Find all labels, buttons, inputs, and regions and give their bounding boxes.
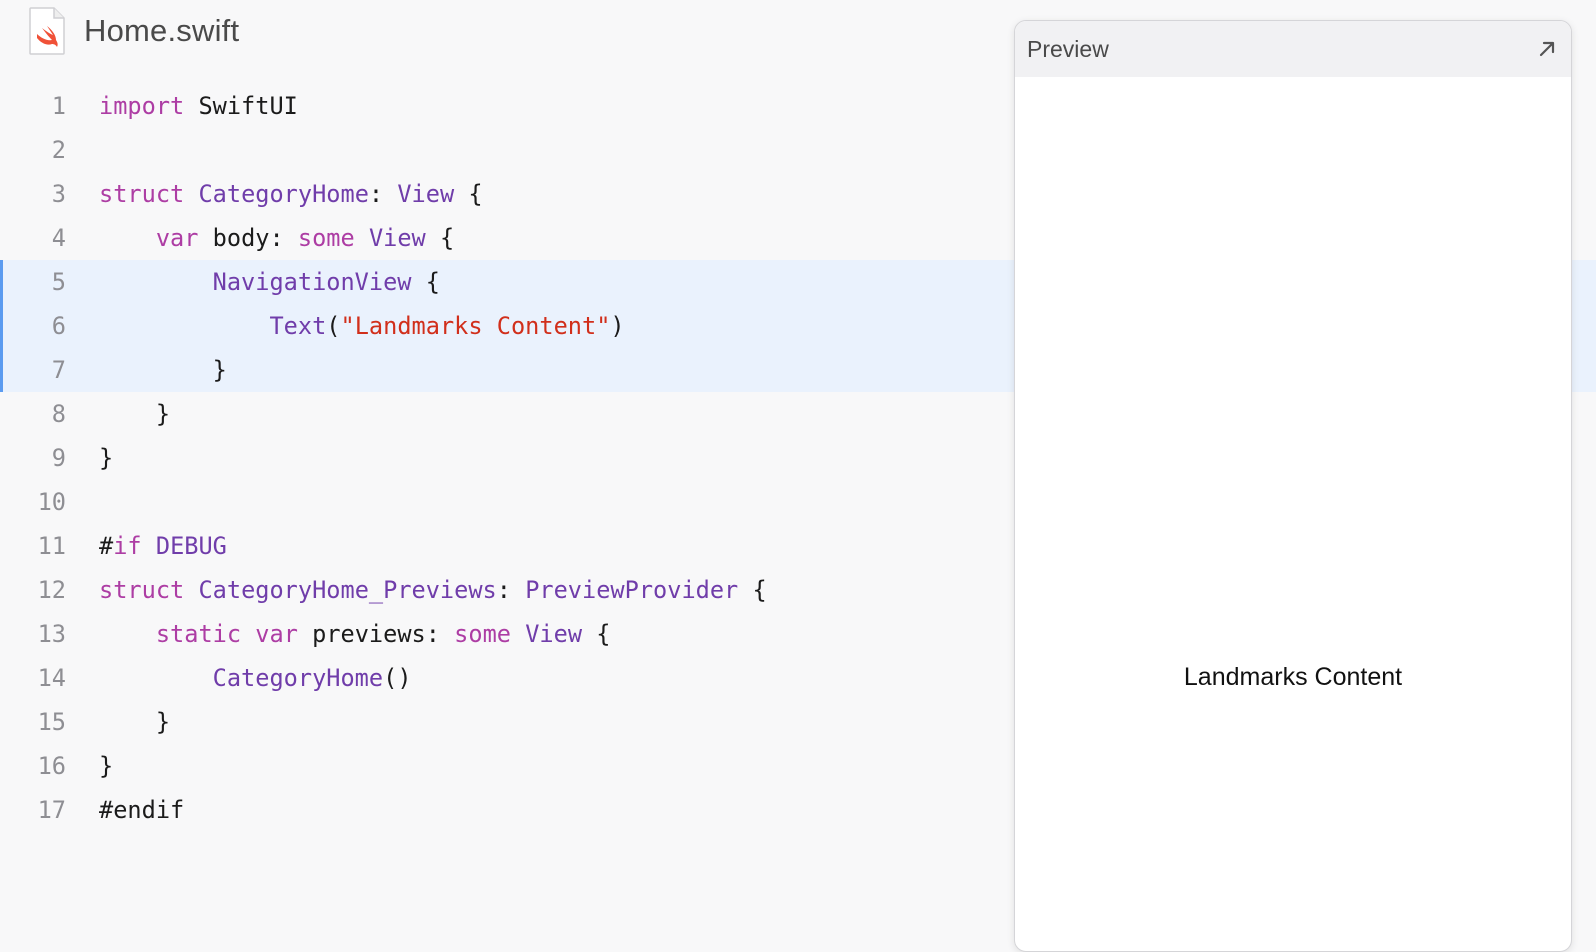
code-text: }	[99, 700, 170, 744]
code-token: PreviewProvider	[525, 576, 739, 604]
line-number: 4	[51, 224, 66, 252]
line-number: 13	[37, 620, 66, 648]
line-number: 5	[51, 268, 66, 296]
preview-panel: Preview Landmarks Content	[1014, 20, 1572, 952]
code-text: #if DEBUG	[99, 524, 227, 568]
line-number: 17	[37, 796, 66, 824]
code-text: import SwiftUI	[99, 84, 298, 128]
code-token: }	[99, 400, 171, 428]
expand-arrow-icon[interactable]	[1537, 39, 1557, 59]
code-token: struct	[99, 180, 185, 208]
code-text: struct CategoryHome_Previews: PreviewPro…	[99, 568, 767, 612]
code-text: }	[99, 436, 113, 480]
code-token: some	[454, 620, 511, 648]
swift-file-icon	[28, 7, 66, 55]
file-header: Home.swift	[28, 4, 239, 58]
code-token: import	[99, 92, 185, 120]
line-number: 9	[51, 444, 66, 472]
code-token: }	[99, 444, 114, 472]
code-token: ()	[383, 664, 412, 692]
code-token: DEBUG	[155, 532, 227, 560]
code-token: struct	[99, 576, 185, 604]
code-token: Text	[269, 312, 327, 340]
line-number: 16	[37, 752, 66, 780]
preview-title: Preview	[1027, 35, 1109, 62]
line-number: 7	[51, 356, 66, 384]
code-text: Text("Landmarks Content")	[99, 304, 625, 348]
code-token: {	[454, 180, 483, 208]
code-token: }	[99, 752, 114, 780]
code-token: NavigationView	[212, 268, 412, 296]
line-number: 15	[37, 708, 66, 736]
file-title: Home.swift	[84, 13, 240, 48]
code-token: {	[425, 224, 455, 252]
code-token: (	[326, 312, 341, 340]
code-token: #	[99, 532, 114, 560]
line-number: 1	[51, 92, 66, 120]
code-token: if	[113, 532, 142, 560]
code-text: }	[99, 392, 170, 436]
line-number: 2	[51, 136, 66, 164]
code-token: View	[525, 620, 583, 648]
code-token: static	[155, 620, 242, 648]
code-token: #endif	[99, 796, 185, 824]
code-token: :	[368, 180, 398, 208]
code-token: {	[582, 620, 611, 648]
line-number: 12	[37, 576, 66, 604]
line-number: 10	[37, 488, 66, 516]
code-token: body:	[198, 224, 298, 252]
code-text: struct CategoryHome: View {	[99, 172, 483, 216]
preview-header: Preview	[1015, 21, 1571, 77]
code-token: CategoryHome	[212, 664, 384, 692]
code-token: CategoryHome	[198, 180, 369, 208]
line-number: 8	[51, 400, 66, 428]
line-number: 11	[37, 532, 66, 560]
line-number: 6	[51, 312, 66, 340]
code-token: SwiftUI	[184, 92, 298, 120]
preview-content-text: Landmarks Content	[1183, 663, 1403, 691]
code-text: CategoryHome()	[99, 656, 412, 700]
code-token: CategoryHome_Previews	[198, 576, 497, 604]
code-token: some	[297, 224, 355, 252]
code-text: }	[99, 744, 113, 788]
code-token: previews:	[297, 620, 455, 648]
code-token: var	[255, 620, 298, 648]
line-number: 14	[37, 664, 66, 692]
code-text: NavigationView {	[99, 260, 440, 304]
code-token: {	[411, 268, 440, 296]
code-token: "Landmarks Content"	[340, 312, 611, 340]
code-token: )	[610, 312, 625, 340]
code-token: }	[99, 356, 227, 384]
code-text: static var previews: some View {	[99, 612, 611, 656]
line-number: 3	[51, 180, 66, 208]
code-token: var	[155, 224, 199, 252]
code-text: #endif	[99, 788, 184, 832]
code-token: :	[496, 576, 526, 604]
code-text: var body: some View {	[99, 216, 454, 260]
code-text: }	[99, 348, 227, 392]
code-token: {	[738, 576, 767, 604]
code-token: }	[99, 708, 171, 736]
code-token: View	[397, 180, 455, 208]
code-token: View	[368, 224, 426, 252]
